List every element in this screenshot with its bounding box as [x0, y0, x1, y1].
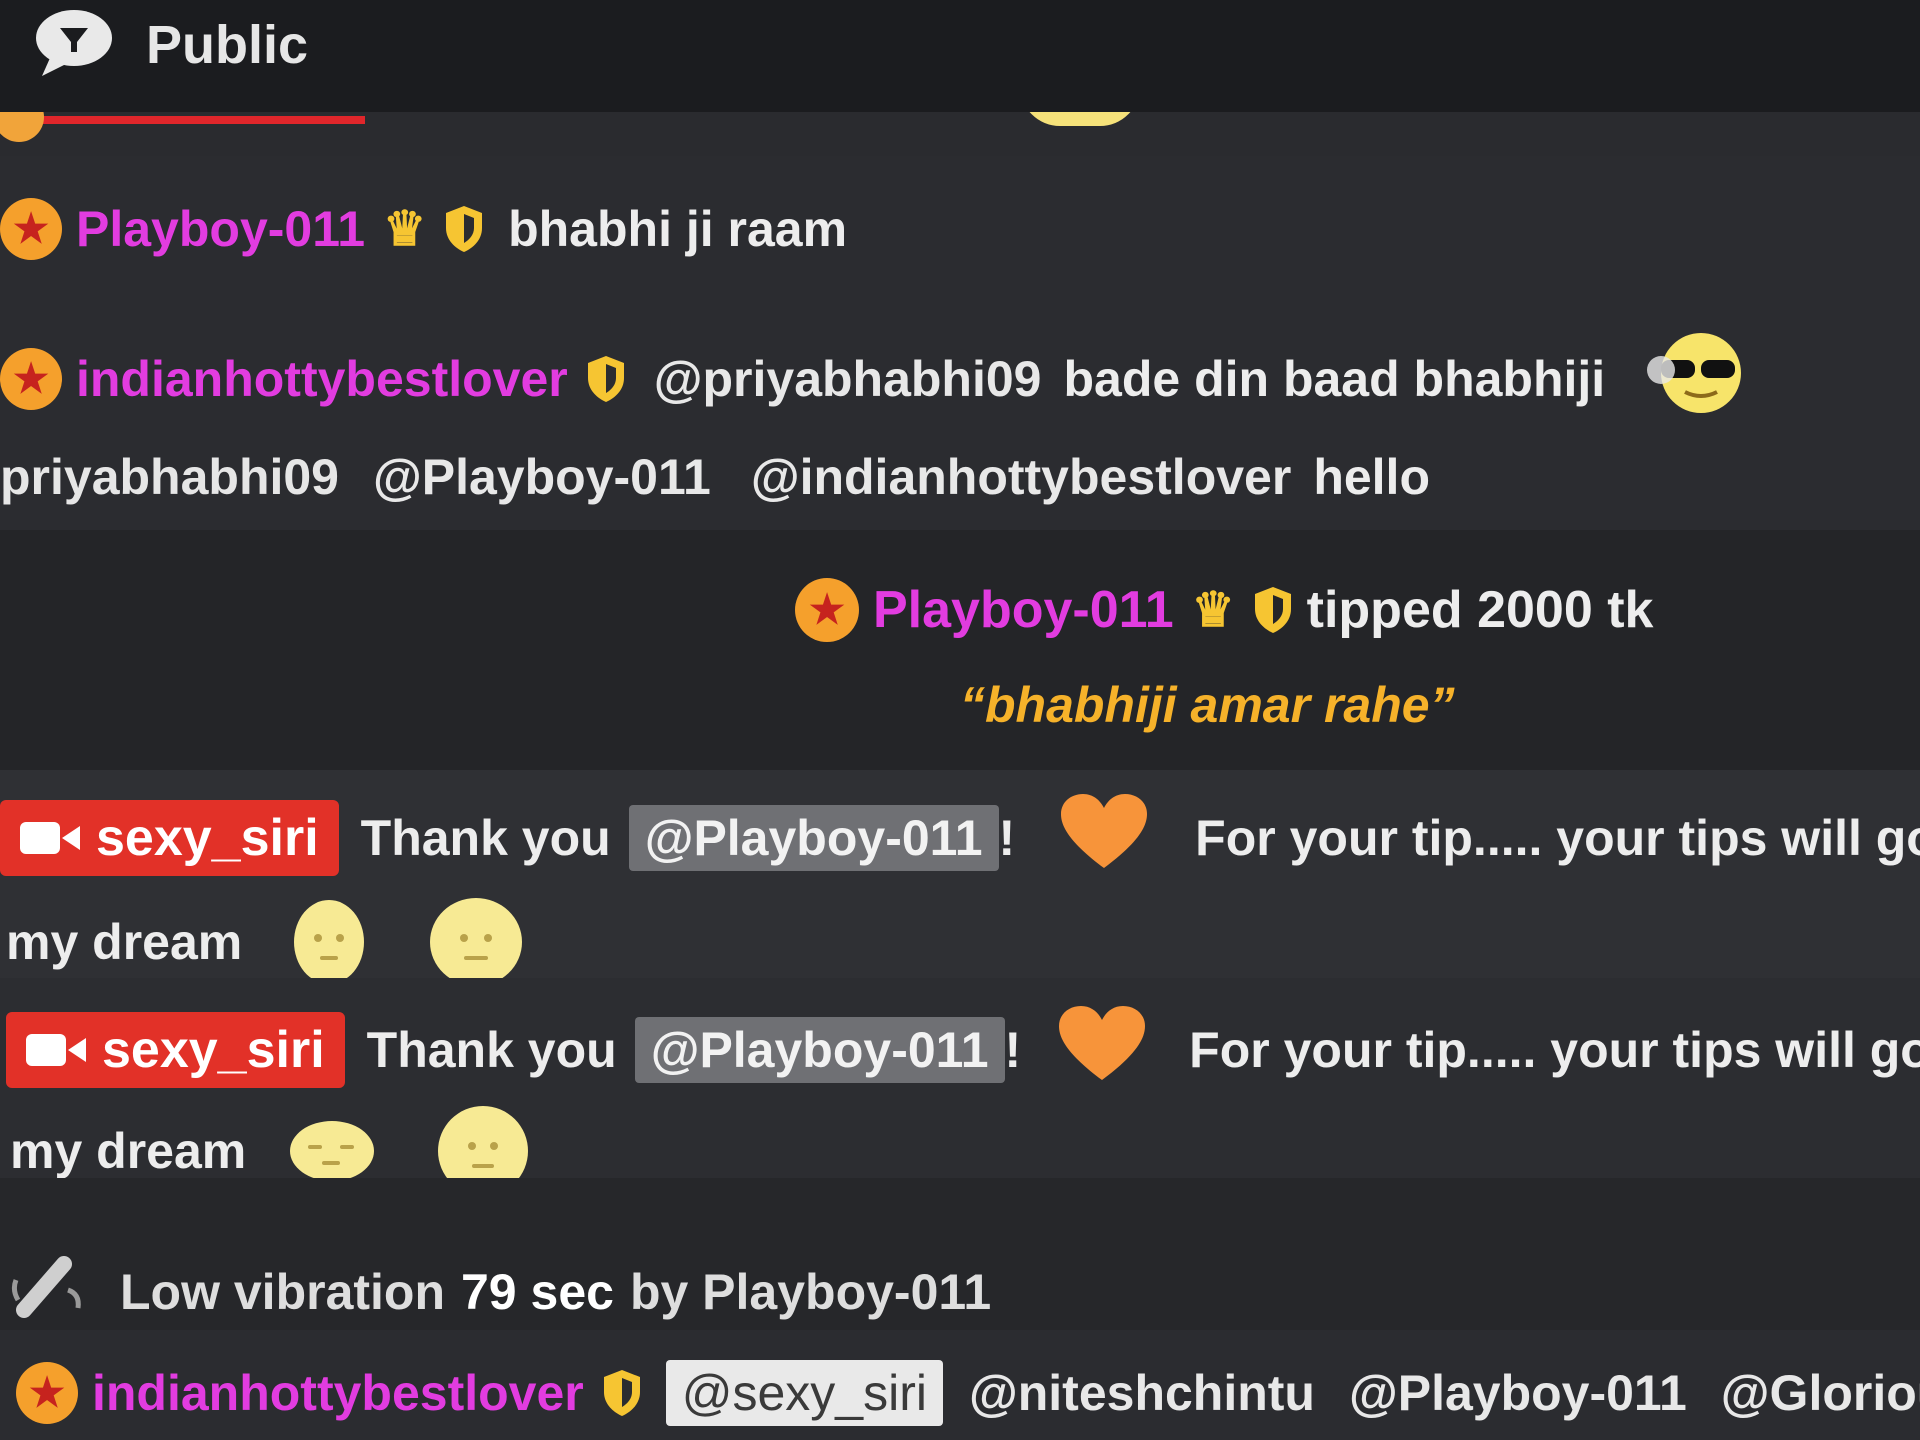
mention[interactable]: @niteshchintu — [969, 1364, 1315, 1422]
mention[interactable]: @priyabhabhi09 — [654, 350, 1042, 408]
model-username: sexy_siri — [96, 809, 319, 867]
message-text: Thank you — [360, 810, 611, 866]
tip-line: ★ Playboy-011 ♛ tipped 2000 tk — [795, 578, 1653, 642]
mention[interactable]: @sexy_siri — [665, 1360, 943, 1426]
crown-icon: ♛ — [1191, 584, 1235, 637]
exclamation: ! — [998, 810, 1016, 866]
message-text: bhabhi ji raam — [508, 201, 848, 257]
message-text: my dream — [6, 914, 243, 970]
username[interactable]: indianhottybestlover — [76, 350, 568, 408]
star-badge-icon: ★ — [0, 198, 62, 260]
camera-icon — [26, 1034, 86, 1066]
chat-bubble-icon — [36, 10, 112, 76]
chat-message-line: ★ indianhottybestlover @sexy_siri @nites… — [16, 1360, 1920, 1426]
relieved-emoji-icon — [290, 1121, 375, 1181]
vibration-line: Low vibration 79 sec by Playboy-011 — [10, 1250, 991, 1334]
message-text: hello — [1313, 449, 1430, 505]
mention[interactable]: @indianhottybestlover — [751, 448, 1291, 506]
shield-icon — [442, 204, 486, 254]
message-text: bade din baad bhabhiji — [1063, 351, 1606, 407]
chat-header: Public — [0, 0, 1920, 112]
tip-notification — [0, 530, 1920, 770]
tip-note: “bhabhiji amar rahe” — [960, 677, 1455, 733]
relieved-emoji-icon — [294, 900, 365, 984]
model-username-badge[interactable]: sexy_siri — [6, 1012, 345, 1088]
model-username-badge[interactable]: sexy_siri — [0, 800, 339, 876]
mention[interactable]: @Glorious_ — [1721, 1364, 1920, 1422]
heart-emoji-icon — [1057, 1004, 1147, 1096]
username[interactable]: Playboy-011 — [76, 200, 365, 258]
username[interactable]: priyabhabhi09 — [0, 448, 339, 506]
shield-icon — [1251, 585, 1295, 635]
cut-off-message — [0, 112, 1920, 156]
slight-smile-emoji-icon — [430, 898, 523, 986]
mention[interactable]: @Playboy-011 — [1349, 1364, 1687, 1422]
model-username: sexy_siri — [102, 1021, 325, 1079]
shield-icon — [584, 354, 628, 404]
message-text: For your tip..... your tips will gonna — [1189, 1022, 1920, 1078]
shield-icon — [600, 1368, 644, 1418]
star-badge-icon: ★ — [16, 1362, 78, 1424]
vibration-text: Low vibration — [120, 1264, 445, 1320]
chat-message: priyabhabhi09 @Playboy-011 @indianhottyb… — [0, 448, 1430, 506]
mention[interactable]: @Playboy-011 — [634, 1017, 1005, 1083]
star-badge-icon: ★ — [0, 348, 62, 410]
chat-message: ★ Playboy-011 ♛ bhabhi ji raam — [0, 198, 847, 260]
crown-icon: ♛ — [383, 203, 427, 256]
model-message-cont: my dream — [6, 898, 523, 986]
message-text: Thank you — [366, 1022, 617, 1078]
divider-line — [0, 116, 365, 124]
username[interactable]: Playboy-011 — [873, 580, 1174, 640]
model-message-line: sexy_siri Thank you @Playboy-011 ! For y… — [0, 1004, 1920, 1096]
exclamation: ! — [1004, 1022, 1022, 1078]
star-badge-icon — [0, 112, 44, 142]
vibration-duration: 79 sec — [461, 1264, 614, 1320]
vibration-icon — [10, 1250, 86, 1334]
vibration-by: by Playboy-011 — [629, 1264, 992, 1320]
tip-amount: tipped 2000 tk — [1306, 581, 1654, 639]
mention[interactable]: @Playboy-011 — [373, 448, 711, 506]
model-message-line: sexy_siri Thank you @Playboy-011 ! For y… — [0, 792, 1920, 884]
star-badge-icon: ★ — [795, 578, 859, 642]
message-text: my dream — [10, 1123, 247, 1179]
mention[interactable]: @Playboy-011 — [628, 805, 999, 871]
chat-panel: Public ★ Playboy-011 ♛ bhabhi ji raam ★ … — [0, 0, 1920, 1440]
sunglasses-emoji-icon — [1641, 330, 1751, 428]
message-text: For your tip..... your tips will gonn — [1195, 810, 1920, 866]
username[interactable]: indianhottybestlover — [92, 1364, 584, 1422]
camera-icon — [20, 822, 80, 854]
room-title: Public — [146, 15, 309, 75]
chat-message: ★ indianhottybestlover @priyabhabhi09 ba… — [0, 330, 1751, 428]
emoji-icon — [1020, 112, 1140, 126]
heart-emoji-icon — [1059, 792, 1149, 884]
